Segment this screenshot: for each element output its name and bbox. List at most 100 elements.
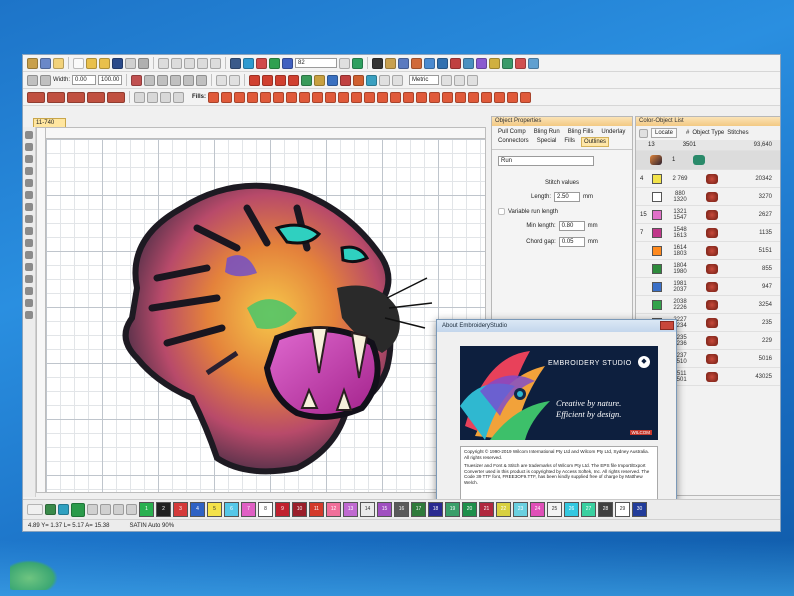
palette-swatch[interactable]: 13 bbox=[343, 502, 358, 517]
fill-raised-satin-icon[interactable] bbox=[364, 91, 376, 103]
fill-florentine-icon[interactable] bbox=[468, 91, 480, 103]
palette-scroll-left-icon[interactable] bbox=[27, 504, 43, 515]
curved-fill-icon[interactable] bbox=[366, 74, 378, 86]
polygon-select-icon[interactable] bbox=[25, 143, 33, 151]
export-icon[interactable] bbox=[528, 57, 539, 69]
fill-sequin-icon[interactable] bbox=[403, 91, 415, 103]
cut-icon[interactable] bbox=[158, 57, 169, 69]
fill-pattern-icon[interactable] bbox=[260, 91, 272, 103]
units-select[interactable]: Metric bbox=[409, 75, 440, 85]
outline-icon[interactable] bbox=[160, 91, 171, 103]
step-icon[interactable] bbox=[275, 74, 287, 86]
align-icon[interactable] bbox=[183, 74, 195, 86]
thread-color-chip[interactable] bbox=[652, 281, 662, 292]
design-canvas[interactable] bbox=[36, 127, 486, 493]
sculpture-icon[interactable] bbox=[340, 74, 352, 86]
palette-swatch[interactable]: 12 bbox=[326, 502, 341, 517]
lock-proportions-icon[interactable] bbox=[27, 74, 38, 86]
thread-color-chip[interactable] bbox=[652, 245, 662, 256]
palette-swatch[interactable]: 18 bbox=[428, 502, 443, 517]
skew-icon[interactable] bbox=[170, 74, 182, 86]
fill-photo-icon[interactable] bbox=[507, 91, 519, 103]
palette-menu-icon[interactable] bbox=[126, 504, 137, 515]
scan-icon[interactable] bbox=[40, 57, 51, 69]
tab-special[interactable]: Special bbox=[535, 137, 559, 147]
tab-outlines[interactable]: Outlines bbox=[581, 137, 610, 147]
show-grid-icon[interactable] bbox=[352, 57, 363, 69]
color-object-row[interactable]: 1804 1980 855 bbox=[636, 260, 780, 278]
fill-contour-icon[interactable] bbox=[312, 91, 324, 103]
width-field[interactable]: 0.00 bbox=[72, 75, 97, 85]
palette-swatch[interactable]: 2 bbox=[156, 502, 171, 517]
fill-stipple-icon[interactable] bbox=[273, 91, 285, 103]
zoom-dropdown-icon[interactable] bbox=[339, 57, 350, 69]
thread-icon[interactable] bbox=[45, 504, 56, 515]
tab-bling-run[interactable]: Bling Run bbox=[532, 128, 562, 136]
star-input-icon[interactable] bbox=[107, 91, 125, 103]
auto-start-end-icon[interactable] bbox=[25, 215, 33, 223]
fill-spiral-icon[interactable] bbox=[338, 91, 350, 103]
list-group-row[interactable]: 1 bbox=[636, 151, 780, 170]
shirt-icon[interactable] bbox=[58, 504, 69, 515]
palette-swatch[interactable]: 6 bbox=[224, 502, 239, 517]
fill-sculpture-icon[interactable] bbox=[299, 91, 311, 103]
palette-swatch[interactable]: 14 bbox=[360, 502, 375, 517]
length-field[interactable]: 2.50 bbox=[554, 192, 581, 202]
list-summary-row[interactable]: 13 3501 93,640 bbox=[636, 140, 780, 151]
spacing-icon[interactable] bbox=[229, 74, 241, 86]
close-button[interactable] bbox=[660, 321, 674, 330]
palette-swatch[interactable]: 30 bbox=[632, 502, 647, 517]
thread-color-chip[interactable] bbox=[652, 173, 662, 184]
wave-icon[interactable] bbox=[392, 74, 404, 86]
palette-swatch[interactable]: 23 bbox=[513, 502, 528, 517]
thread-color-chip[interactable] bbox=[652, 263, 662, 274]
thread-chart-icon[interactable] bbox=[454, 74, 466, 86]
run-tool-icon[interactable] bbox=[25, 299, 33, 307]
browse-icon[interactable] bbox=[99, 57, 110, 69]
manage-designs-icon[interactable] bbox=[424, 57, 435, 69]
remove-color-icon[interactable] bbox=[113, 504, 124, 515]
teamnames-icon[interactable] bbox=[463, 57, 474, 69]
palette-swatch[interactable]: 26 bbox=[564, 502, 579, 517]
fill-color-blend-icon[interactable] bbox=[520, 91, 532, 103]
thread-color-chip[interactable] bbox=[652, 227, 662, 238]
break-apart-icon[interactable] bbox=[25, 191, 33, 199]
palette-swatch[interactable]: 7 bbox=[241, 502, 256, 517]
palette-swatch[interactable]: 17 bbox=[411, 502, 426, 517]
palette-swatch[interactable]: 29 bbox=[615, 502, 630, 517]
palette-swatch[interactable]: 11 bbox=[309, 502, 324, 517]
palette-swatch[interactable]: 4 bbox=[190, 502, 205, 517]
folder-icon[interactable] bbox=[86, 57, 97, 69]
thread-color-chip[interactable] bbox=[652, 191, 662, 202]
fill-3d-motif-icon[interactable] bbox=[390, 91, 402, 103]
tab-bling-fills[interactable]: Bling Fills bbox=[566, 128, 596, 136]
tab-pull-comp[interactable]: Pull Comp bbox=[496, 128, 528, 136]
tab-underlay[interactable]: Underlay bbox=[599, 128, 627, 136]
tiger-embroidery-design[interactable] bbox=[97, 168, 437, 478]
color-wheel-icon[interactable] bbox=[515, 57, 526, 69]
thread-color-chip[interactable] bbox=[652, 299, 662, 310]
current-color-icon[interactable] bbox=[71, 502, 85, 517]
stitch-effects-icon[interactable] bbox=[502, 57, 513, 69]
tab-fills[interactable]: Fills bbox=[562, 137, 577, 147]
palette-swatch[interactable]: 21 bbox=[479, 502, 494, 517]
remove-overlaps-icon[interactable] bbox=[25, 179, 33, 187]
color-object-row[interactable]: 880 1320 3270 bbox=[636, 188, 780, 206]
color-matching-icon[interactable] bbox=[441, 74, 453, 86]
lettering-icon[interactable] bbox=[437, 57, 448, 69]
open-folder-icon[interactable] bbox=[53, 57, 64, 69]
outline-type-select[interactable]: Run bbox=[498, 156, 594, 166]
fill-texture-icon[interactable] bbox=[481, 91, 493, 103]
palette-swatch[interactable]: 9 bbox=[275, 502, 290, 517]
auto-digitize-icon[interactable] bbox=[489, 57, 500, 69]
new-icon[interactable] bbox=[27, 57, 38, 69]
palette-swatch[interactable]: 3 bbox=[173, 502, 188, 517]
design-info-icon[interactable] bbox=[398, 57, 409, 69]
motif-icon[interactable] bbox=[301, 74, 313, 86]
branching-icon[interactable] bbox=[25, 203, 33, 211]
palette-swatch[interactable]: 10 bbox=[292, 502, 307, 517]
florentine-icon[interactable] bbox=[353, 74, 365, 86]
fill-cross-icon[interactable] bbox=[351, 91, 363, 103]
undo-icon[interactable] bbox=[197, 57, 208, 69]
copyright-text-box[interactable]: Copyright © 1990-2019 Wilcom Internation… bbox=[460, 446, 658, 504]
